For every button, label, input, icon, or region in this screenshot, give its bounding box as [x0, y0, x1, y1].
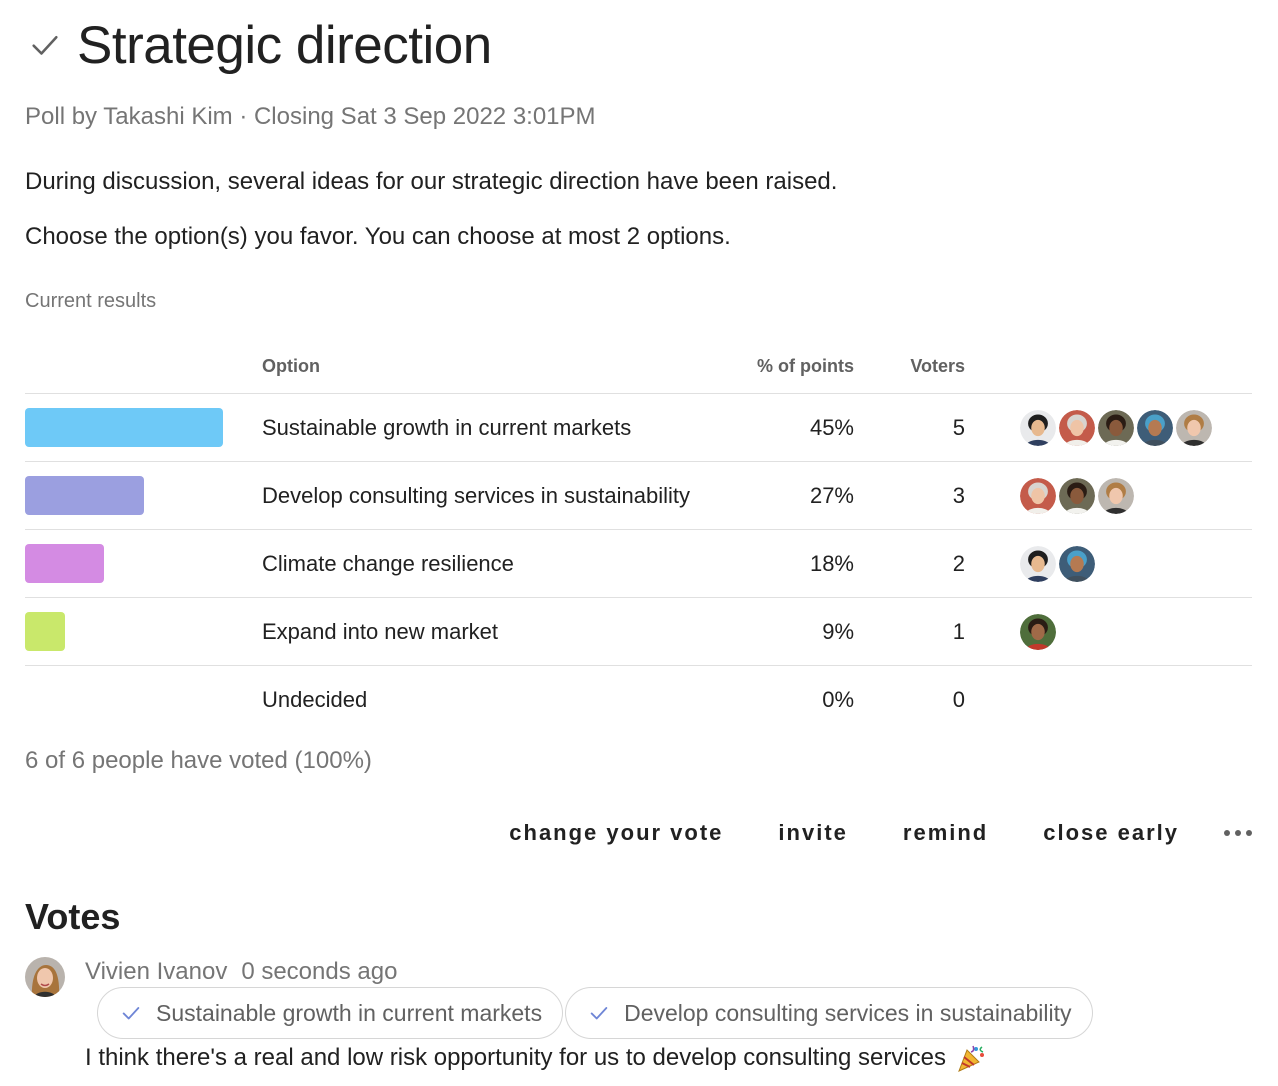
check-icon [120, 1002, 142, 1024]
avatar-woman-blonde[interactable] [1174, 408, 1214, 448]
option-voters: 1 [952, 619, 965, 644]
vote-choices: Sustainable growth in current markets De… [97, 987, 1095, 1039]
voter-avatars [1018, 612, 1058, 652]
option-voters: 3 [952, 483, 965, 508]
choice-chip: Develop consulting services in sustainab… [565, 987, 1093, 1039]
votes-heading: Votes [25, 896, 121, 937]
change-vote-button[interactable]: change your vote [509, 820, 723, 846]
voter-info: Vivien Ivanov 0 seconds ago [85, 958, 397, 986]
voter-avatars [1018, 476, 1136, 516]
option-voters: 2 [952, 551, 965, 576]
avatar-woman-gray[interactable] [1057, 408, 1097, 448]
check-icon [588, 1002, 610, 1024]
option-points: 27% [809, 483, 854, 508]
option-points: 9% [822, 619, 854, 644]
table-row: Climate change resilience 18% 2 [25, 530, 1252, 598]
option-name: Expand into new market [262, 619, 499, 644]
avatar-woman-dark[interactable] [1096, 408, 1136, 448]
avatar-man-turban[interactable] [1057, 544, 1097, 584]
invite-button[interactable]: invite [778, 820, 847, 846]
poll-header: Strategic direction [25, 10, 492, 80]
result-bar [25, 476, 144, 515]
voter-avatars [1018, 408, 1214, 448]
option-voters: 5 [952, 415, 965, 440]
more-horizontal-icon[interactable] [1223, 818, 1253, 848]
vote-timestamp: 0 seconds ago [241, 958, 398, 985]
option-points: 45% [809, 415, 854, 440]
voter-avatars [1018, 544, 1097, 584]
table-row: Sustainable growth in current markets 45… [25, 394, 1252, 462]
column-header-voters: Voters [910, 356, 965, 376]
voter-name[interactable]: Vivien Ivanov [85, 958, 227, 985]
poll-actions: change your vote invite remind close ear… [454, 818, 1253, 848]
choice-label: Sustainable growth in current markets [156, 999, 543, 1026]
choice-chip: Sustainable growth in current markets [97, 987, 564, 1039]
result-bar [25, 612, 65, 651]
option-points: 0% [822, 687, 854, 712]
avatar[interactable] [25, 957, 65, 1002]
party-popper-icon [956, 1043, 986, 1073]
avatar-woman-gray[interactable] [1018, 476, 1058, 516]
column-header-points: % of points [757, 356, 854, 376]
results-table: Option % of points Voters Sustainable gr… [25, 340, 1252, 734]
avatar-couple[interactable] [1018, 612, 1058, 652]
poll-instructions: Choose the option(s) you favor. You can … [25, 223, 731, 250]
poll-description: During discussion, several ideas for our… [25, 168, 838, 195]
poll-meta: Poll by Takashi Kim · Closing Sat 3 Sep … [25, 103, 596, 130]
close-early-button[interactable]: close early [1043, 820, 1179, 846]
result-bar [25, 408, 223, 447]
option-points: 18% [809, 551, 854, 576]
choice-label: Develop consulting services in sustainab… [624, 999, 1072, 1026]
avatar-woman-blonde[interactable] [1096, 476, 1136, 516]
result-bar [25, 544, 104, 583]
avatar-man-turban[interactable] [1135, 408, 1175, 448]
vote-comment: I think there's a real and low risk oppo… [85, 1043, 986, 1073]
check-icon [25, 25, 65, 65]
table-row: Develop consulting services in sustainab… [25, 462, 1252, 530]
avatar-man-suit[interactable] [1018, 544, 1058, 584]
column-header-option: Option [262, 356, 320, 376]
page-title: Strategic direction [77, 15, 492, 75]
table-header: Option % of points Voters [25, 340, 1252, 394]
table-row: Expand into new market 9% 1 [25, 598, 1252, 666]
voted-summary: 6 of 6 people have voted (100%) [25, 747, 372, 774]
table-row: Undecided 0% 0 [25, 666, 1252, 734]
option-name: Undecided [262, 687, 368, 712]
remind-button[interactable]: remind [903, 820, 988, 846]
avatar-man-suit[interactable] [1018, 408, 1058, 448]
option-name: Sustainable growth in current markets [262, 415, 632, 440]
option-voters: 0 [952, 687, 965, 712]
option-name: Climate change resilience [262, 551, 514, 576]
results-label: Current results [25, 290, 157, 312]
avatar-woman-dark[interactable] [1057, 476, 1097, 516]
comment-text: I think there's a real and low risk oppo… [85, 1044, 947, 1071]
option-name: Develop consulting services in sustainab… [262, 483, 690, 508]
